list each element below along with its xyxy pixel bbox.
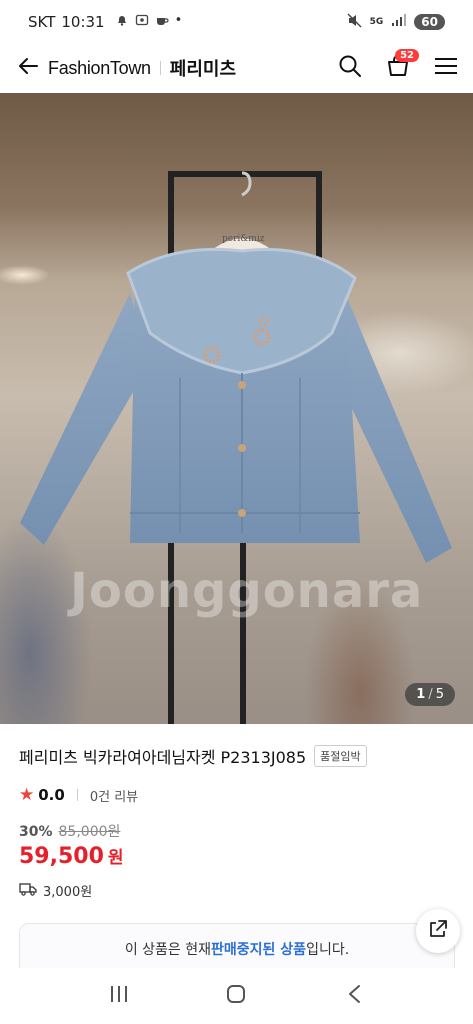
chevron-left-icon <box>347 984 361 1008</box>
original-price: 85,000원 <box>58 824 121 840</box>
home-button[interactable] <box>216 976 256 1016</box>
search-button[interactable] <box>335 53 365 83</box>
back-arrow-icon <box>17 55 39 81</box>
image-total: 5 <box>435 687 444 702</box>
jacket-illustration: peri&miz <box>20 171 452 563</box>
media-icon <box>135 13 149 31</box>
rating-value: 0.0 <box>38 786 65 804</box>
notice-highlight: 판매중지된 상품 <box>211 942 307 958</box>
star-icon: ★ <box>19 785 35 805</box>
image-counter-sep: / <box>428 687 433 702</box>
back-nav-button[interactable] <box>334 976 374 1016</box>
status-left: SKT 10:31 • <box>28 13 182 31</box>
recent-apps-button[interactable] <box>99 976 139 1016</box>
product-title: 페리미츠 빅카라여아데님자켓 P2313J085 <box>19 748 307 767</box>
signal-icon <box>391 14 407 30</box>
shipping-fee: 3,000원 <box>43 885 93 900</box>
menu-button[interactable] <box>431 53 461 83</box>
notification-icons: • <box>115 13 183 31</box>
bell-icon <box>115 13 129 31</box>
store-name[interactable]: 페리미츠 <box>170 55 236 81</box>
notice-suffix: 입니다. <box>306 942 350 958</box>
system-nav-bar <box>0 968 473 1024</box>
back-button[interactable] <box>12 52 44 84</box>
product-image[interactable]: peri&miz Joonggonara 1/5 <box>0 93 473 724</box>
price-unit: 원 <box>107 848 124 868</box>
carrier: SKT <box>28 13 56 31</box>
image-counter: 1/5 <box>405 683 455 706</box>
rating-divider <box>76 789 78 801</box>
truck-icon <box>19 882 37 900</box>
header-divider <box>159 61 161 75</box>
product-title-row: 페리미츠 빅카라여아데님자켓 P2313J085 품절임박 <box>19 744 459 768</box>
discount-row: 30% 85,000원 <box>19 821 120 841</box>
cart-count-badge: 52 <box>395 49 419 62</box>
rating-row: ★ 0.0 0건 리뷰 <box>19 785 138 805</box>
status-bar: SKT 10:31 • 5G 60 <box>0 0 473 44</box>
network-type: 5G <box>369 17 384 27</box>
cup-icon <box>155 13 169 31</box>
sale-price: 59,500 <box>19 844 104 869</box>
dot-icon: • <box>174 13 183 28</box>
price-row: 59,500 원 <box>19 843 124 869</box>
share-icon <box>427 918 449 944</box>
header-actions: 52 <box>335 49 461 83</box>
discount-rate: 30% <box>19 824 53 840</box>
share-button[interactable] <box>416 909 460 953</box>
svg-text:peri&miz: peri&miz <box>222 234 265 244</box>
status-right: 5G 60 <box>347 13 445 31</box>
app-header: FashionTown 페리미츠 52 <box>0 44 473 92</box>
clock: 10:31 <box>61 13 105 31</box>
home-icon <box>226 984 246 1008</box>
mute-icon <box>347 13 362 31</box>
search-icon <box>338 54 362 82</box>
menu-icon <box>434 55 458 81</box>
watermark: Joonggonara <box>70 563 424 619</box>
stock-badge: 품절임박 <box>314 745 367 767</box>
notice-prefix: 이 상품은 현재 <box>124 942 212 958</box>
brand-name[interactable]: FashionTown <box>48 58 151 79</box>
battery-indicator: 60 <box>414 14 445 30</box>
image-current: 1 <box>416 687 426 702</box>
recent-apps-icon <box>109 985 129 1007</box>
shipping-row: 3,000원 <box>19 881 92 900</box>
review-count-link[interactable]: 0건 리뷰 <box>90 786 138 805</box>
cart-button[interactable]: 52 <box>383 49 419 83</box>
